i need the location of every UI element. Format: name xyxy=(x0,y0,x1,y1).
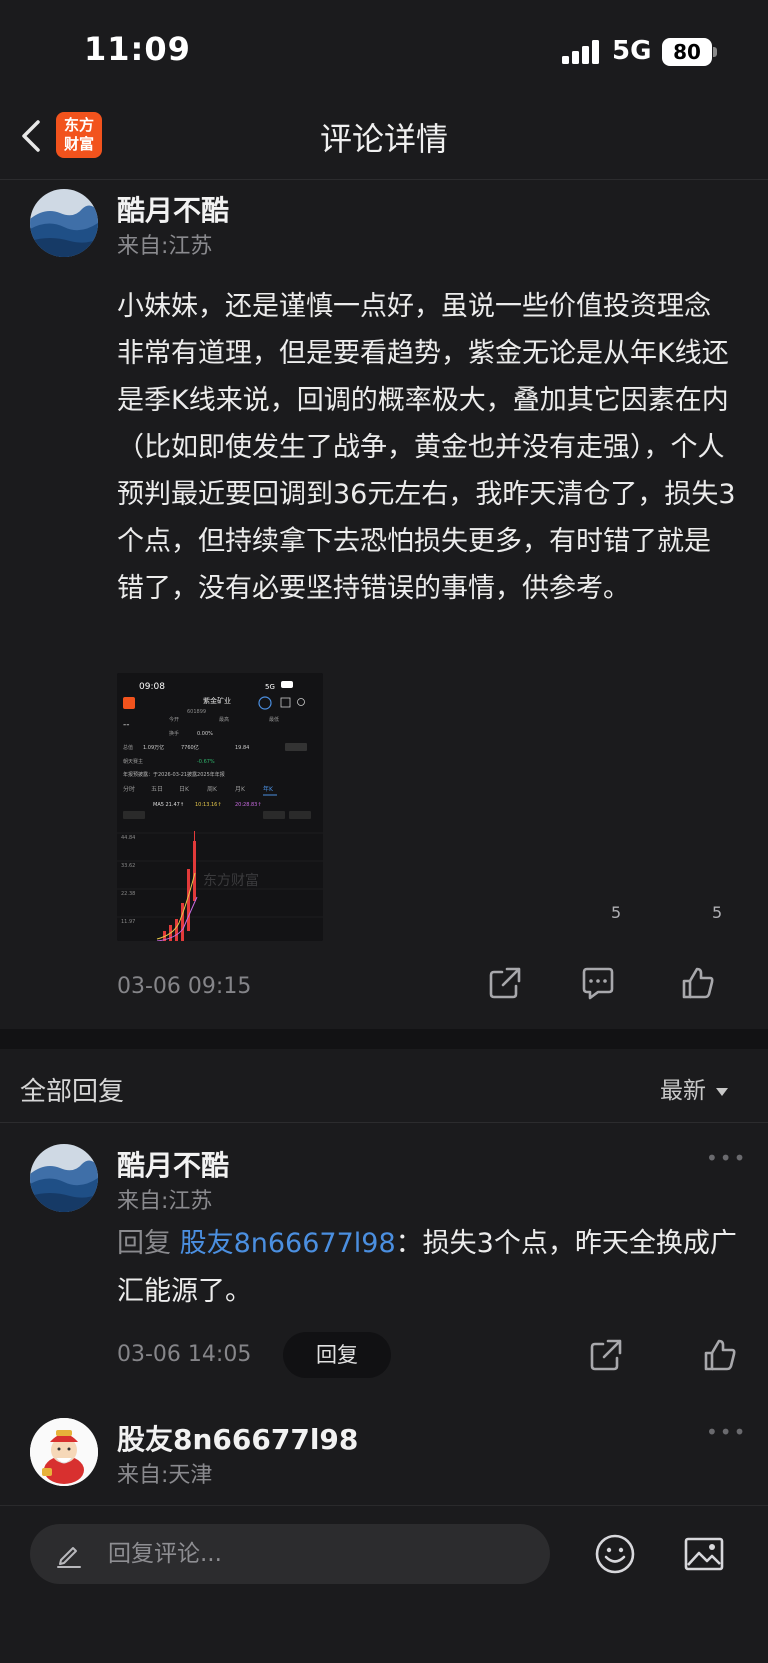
reply-prefix: 回复 xyxy=(117,1228,180,1259)
reply-input[interactable] xyxy=(108,1524,528,1584)
img-announce: 年报预披露：于2026-03-21披露2025年年报 xyxy=(123,771,225,778)
reply-share-icon[interactable] xyxy=(586,1335,626,1375)
svg-text:最低: 最低 xyxy=(269,716,279,723)
status-time: 11:09 xyxy=(84,30,191,68)
svg-text:朝天赛主: 朝天赛主 xyxy=(123,758,143,765)
svg-text:月K: 月K xyxy=(235,786,246,793)
svg-text:五日: 五日 xyxy=(151,786,163,793)
like-count: 5 xyxy=(712,903,723,922)
reply-input-wrapper[interactable] xyxy=(30,1524,550,1584)
svg-text:10:13.16↑: 10:13.16↑ xyxy=(195,802,222,808)
sort-label: 最新 xyxy=(660,1078,706,1104)
section-divider xyxy=(0,1029,768,1049)
svg-text:22.38: 22.38 xyxy=(121,891,135,897)
svg-text:年K: 年K xyxy=(263,785,274,793)
svg-text:日K: 日K xyxy=(179,786,190,793)
svg-text:19.84: 19.84 xyxy=(235,745,249,751)
svg-text:MA5 21.47↑: MA5 21.47↑ xyxy=(153,802,184,808)
post-username[interactable]: 酷月不酷 xyxy=(117,189,229,229)
img-watermark: 东方财富 xyxy=(203,872,259,889)
signal-icon xyxy=(562,40,599,64)
replies-title: 全部回复 xyxy=(20,1077,125,1107)
svg-text:11.97: 11.97 xyxy=(121,919,135,925)
post-body: 小妹妹，还是谨慎一点好，虽说一些价值投资理念非常有道理，但是要看趋势，紫金无论是… xyxy=(117,291,736,604)
comment-icon[interactable] xyxy=(578,963,618,1003)
more-icon-2[interactable]: ••• xyxy=(706,1420,747,1444)
post-location: 来自:江苏 xyxy=(117,234,213,259)
image-icon[interactable] xyxy=(682,1532,726,1576)
replies-header: 全部回复 最新 xyxy=(0,1049,768,1123)
network-type: 5G xyxy=(612,36,652,66)
reply-username[interactable]: 酷月不酷 xyxy=(117,1144,229,1184)
more-icon[interactable]: ••• xyxy=(706,1146,747,1170)
svg-text:周K: 周K xyxy=(207,786,218,793)
reply-time: 03-06 14:05 xyxy=(117,1342,252,1367)
img-stock-name: 紫金矿业 xyxy=(203,696,231,705)
reply-mention-link[interactable]: 股友8n66677l98 xyxy=(180,1228,396,1259)
main-comment: 酷月不酷 来自:江苏 小妹妹，还是谨慎一点好，虽说一些价值投资理念非常有道理，但… xyxy=(0,181,768,1029)
pen-icon xyxy=(57,1547,81,1568)
bottom-input-bar xyxy=(0,1505,768,1663)
post-image-thumbnail[interactable]: 09:08 5G 紫金矿业 601899 -- 今开 最高 最低 0.00% 换… xyxy=(117,673,323,941)
battery-icon: 80 xyxy=(662,38,717,66)
reply-location-2: 来自:天津 xyxy=(117,1463,213,1488)
reply-avatar-wave[interactable] xyxy=(30,1144,98,1212)
emoji-icon[interactable] xyxy=(593,1532,637,1576)
reply-avatar-fortune[interactable] xyxy=(30,1418,98,1486)
svg-text:7760亿: 7760亿 xyxy=(181,744,199,751)
svg-text:换手: 换手 xyxy=(169,730,179,737)
status-bar: 11:09 5G 80 xyxy=(0,0,768,100)
page-title: 评论详情 xyxy=(319,120,448,158)
svg-text:总值: 总值 xyxy=(123,744,133,751)
sort-dropdown[interactable]: 最新 xyxy=(660,1071,728,1105)
img-network: 5G xyxy=(265,683,275,691)
svg-text:--: -- xyxy=(123,720,130,730)
img-stock-code: 601899 xyxy=(187,709,206,715)
reply-button[interactable]: 回复 xyxy=(283,1332,391,1378)
reply-location: 来自:江苏 xyxy=(117,1189,213,1214)
chevron-down-icon xyxy=(716,1087,728,1096)
svg-text:最高: 最高 xyxy=(219,716,229,723)
svg-text:分时: 分时 xyxy=(123,785,135,793)
like-icon[interactable] xyxy=(678,963,718,1003)
post-time: 03-06 09:15 xyxy=(117,974,252,999)
svg-text:今开: 今开 xyxy=(169,716,179,723)
reply-like-icon[interactable] xyxy=(700,1335,740,1375)
comment-count: 5 xyxy=(611,903,622,922)
svg-text:33.62: 33.62 xyxy=(121,863,135,869)
battery-level: 80 xyxy=(673,40,701,64)
avatar-wave[interactable] xyxy=(30,189,98,257)
nav-bar: 东方 财富 评论详情 xyxy=(0,100,768,180)
svg-text:-0.67%: -0.67% xyxy=(197,759,215,765)
svg-text:20:28.83↑: 20:28.83↑ xyxy=(235,802,262,808)
svg-text:0.00%: 0.00% xyxy=(197,731,213,737)
share-icon[interactable] xyxy=(485,963,525,1003)
svg-text:1.09万亿: 1.09万亿 xyxy=(143,744,164,751)
reply-body: 回复 股友8n66677l98：损失3个点，昨天全换成广汇能源了。 xyxy=(117,1220,737,1316)
reply-username-2[interactable]: 股友8n66677l98 xyxy=(117,1418,358,1458)
svg-text:44.84: 44.84 xyxy=(121,835,135,841)
img-status-time: 09:08 xyxy=(139,682,165,692)
